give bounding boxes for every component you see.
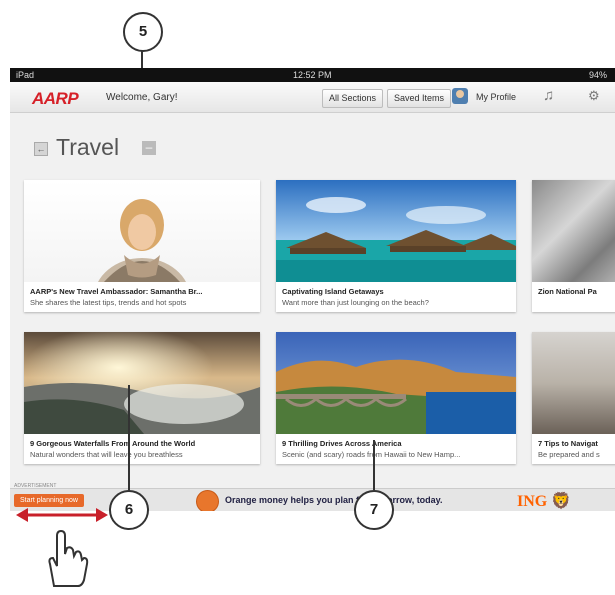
article-subtitle: Scenic (and scary) roads from Hawaii to …: [282, 450, 461, 459]
status-bar: iPad 12:52 PM 94%: [10, 68, 615, 82]
article-image: [24, 180, 260, 282]
callout-6-line: [128, 385, 130, 492]
collapse-button[interactable]: –: [142, 141, 156, 155]
article-title: AARP's New Travel Ambassador: Samantha B…: [30, 287, 203, 296]
waterfall-photo: [24, 332, 260, 434]
clock: 12:52 PM: [293, 70, 332, 80]
callout-6: 6: [109, 490, 149, 530]
profile-avatar-icon[interactable]: [452, 88, 468, 104]
top-nav: AARP Welcome, Gary! All Sections Saved I…: [10, 82, 615, 113]
ad-text: Orange money helps you plan for tomorrow…: [225, 495, 443, 505]
article-card[interactable]: 7 Tips to Navigat Be prepared and s: [532, 332, 615, 464]
device-label: iPad: [16, 70, 35, 80]
hand-gesture-icon: [48, 529, 89, 587]
music-icon[interactable]: ♫: [543, 87, 554, 104]
article-image: [532, 180, 615, 282]
coastal-drive-photo: [276, 332, 516, 434]
callout-5: 5: [123, 12, 163, 52]
article-image: [276, 180, 516, 282]
article-image: [24, 332, 260, 434]
saved-items-button[interactable]: Saved Items: [387, 89, 452, 108]
article-subtitle: She shares the latest tips, trends and h…: [30, 298, 187, 307]
article-subtitle: Natural wonders that will leave you brea…: [30, 450, 183, 459]
article-card[interactable]: Zion National Pa: [532, 180, 615, 312]
article-card[interactable]: AARP's New Travel Ambassador: Samantha B…: [24, 180, 260, 312]
battery: 94%: [588, 70, 607, 80]
aarp-logo[interactable]: AARP: [32, 89, 79, 109]
gear-icon[interactable]: ⚙: [588, 88, 600, 104]
all-sections-button[interactable]: All Sections: [322, 89, 384, 108]
article-title: 9 Thrilling Drives Across America: [282, 439, 402, 448]
article-title: Zion National Pa: [538, 287, 597, 296]
my-profile-button[interactable]: My Profile: [476, 92, 516, 102]
back-arrow-icon[interactable]: ←: [34, 142, 48, 156]
orange-coin-icon: [196, 490, 219, 511]
article-subtitle: Be prepared and s: [538, 450, 600, 459]
page-title: Travel: [56, 134, 120, 160]
app-screen: AARP Welcome, Gary! All Sections Saved I…: [10, 82, 615, 511]
callout-7-line: [373, 440, 375, 490]
welcome-text: Welcome, Gary!: [106, 92, 178, 103]
article-subtitle: Want more than just lounging on the beac…: [282, 298, 429, 307]
ambassador-photo: [98, 199, 186, 282]
article-card[interactable]: 9 Gorgeous Waterfalls From Around the Wo…: [24, 332, 260, 464]
swipe-arrow-icon: [16, 508, 108, 522]
article-card[interactable]: Captivating Island Getaways Want more th…: [276, 180, 516, 312]
callout-7: 7: [354, 490, 394, 530]
article-title: 9 Gorgeous Waterfalls From Around the Wo…: [30, 439, 196, 448]
ad-label: ADVERTISEMENT: [14, 483, 57, 489]
ing-logo: ING 🦁: [517, 493, 572, 510]
article-image: [276, 332, 516, 434]
article-title: Captivating Island Getaways: [282, 287, 384, 296]
article-title: 7 Tips to Navigat: [538, 439, 598, 448]
island-photo: [276, 180, 516, 282]
article-image: [532, 332, 615, 434]
article-card[interactable]: 9 Thrilling Drives Across America Scenic…: [276, 332, 516, 464]
